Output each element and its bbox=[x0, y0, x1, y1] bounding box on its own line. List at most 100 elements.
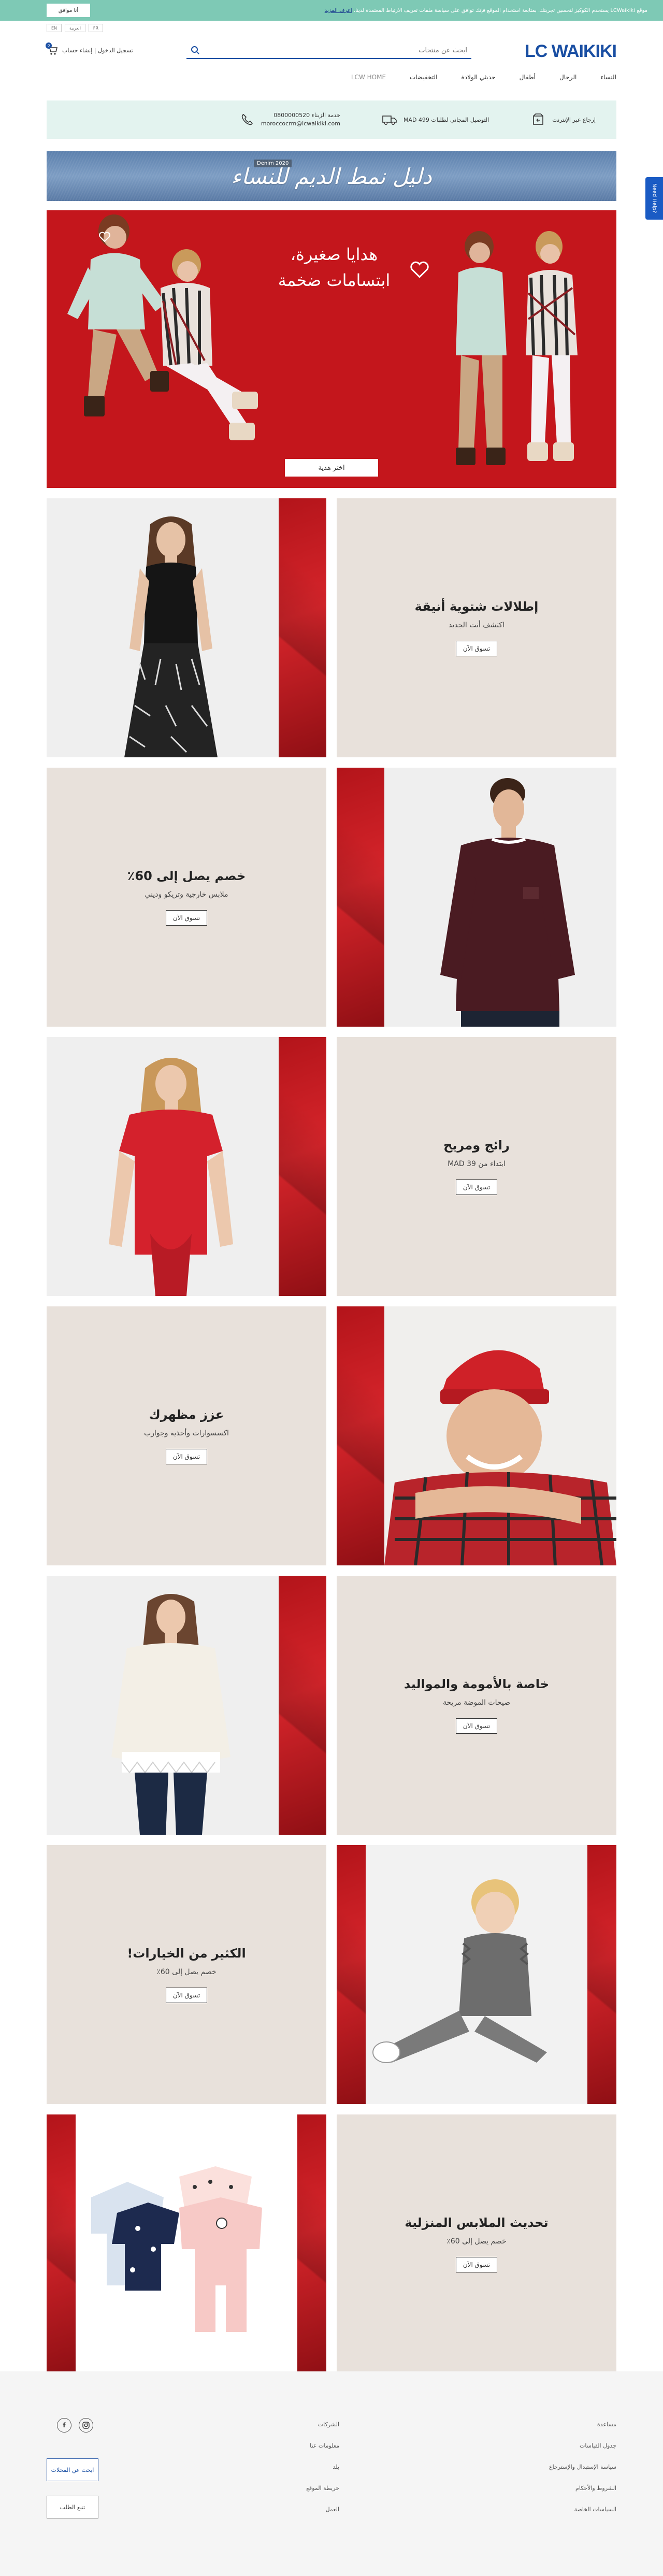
language-chip-fr[interactable]: FR bbox=[88, 24, 104, 32]
service-info-strip: إرجاع عبر الإنترنت التوصيل المجاني لطلبا… bbox=[47, 100, 616, 139]
model-black-top-image bbox=[124, 516, 218, 757]
gift-hero-banner[interactable]: هدايا صغيرة، ابتسامات ضخمة اختر هدية bbox=[47, 210, 616, 488]
truck-icon bbox=[382, 113, 397, 126]
nav-item-kids[interactable]: أطفال bbox=[520, 74, 536, 81]
cookie-learn-more-link[interactable]: اعرف المزيد bbox=[325, 8, 352, 13]
discount-60-promo-tile[interactable]: خصم يصل إلى 60٪ ملابس خارجية وتريكو ودين… bbox=[47, 768, 326, 1027]
red-backdrop-panel bbox=[279, 1037, 326, 1296]
search-icon[interactable] bbox=[191, 46, 200, 55]
site-header: تسجيل الدخول | إنشاء حساب 0 LC WAIKIKI bbox=[46, 38, 617, 64]
homewear-image-tile[interactable] bbox=[47, 2114, 326, 2373]
returns-text: إرجاع عبر الإنترنت bbox=[552, 116, 596, 123]
search-input[interactable] bbox=[200, 46, 467, 54]
cart-icon[interactable]: 0 bbox=[46, 42, 58, 56]
trendy-comfy-image-tile[interactable] bbox=[47, 1037, 326, 1296]
language-chip-ar[interactable]: العربية bbox=[65, 24, 85, 32]
footer-link[interactable]: مساعدة bbox=[549, 2421, 616, 2428]
nav-item-sale[interactable]: التخفيضات bbox=[410, 74, 437, 81]
winter-looks-promo-tile[interactable]: إطلالات شتوية أنيقة اكتشف أنت الجديد تسو… bbox=[337, 498, 616, 757]
footer-link[interactable]: سياسة الإستبدال والإسترجاع bbox=[549, 2464, 616, 2470]
red-backdrop-panel bbox=[337, 1845, 366, 2104]
hero-models-left-image bbox=[67, 214, 258, 440]
tile-title: تحديث الملابس المنزلية bbox=[405, 2215, 549, 2230]
login-link[interactable]: تسجيل الدخول | إنشاء حساب bbox=[62, 47, 133, 54]
shipping-info[interactable]: التوصيل المجاني لطلبات 499 MAD bbox=[382, 113, 489, 126]
nav-item-women[interactable]: النساء bbox=[600, 74, 616, 81]
red-backdrop-panel bbox=[337, 1306, 384, 1565]
choose-gift-button[interactable]: اختر هدية bbox=[285, 459, 378, 477]
cookie-accept-button[interactable]: أنا موافق bbox=[47, 4, 90, 17]
hero-title-line-2: ابتسامات ضخمة bbox=[278, 270, 391, 290]
maternity-promo-tile[interactable]: خاصة بالأمومة والمواليد صيحات الموضة مري… bbox=[337, 1576, 616, 1835]
red-backdrop-panel bbox=[47, 2114, 76, 2373]
facebook-icon[interactable]: f bbox=[57, 2418, 71, 2433]
tile-subtitle: خصم يصل إلى 60٪ bbox=[446, 2237, 507, 2246]
winter-looks-image-tile[interactable] bbox=[47, 498, 326, 757]
tile-subtitle: اكتشف أنت الجديد bbox=[449, 621, 505, 629]
tile-subtitle: اكسسوارات وأحذية وجوارب bbox=[144, 1429, 229, 1437]
phone-icon bbox=[239, 113, 255, 126]
footer-link[interactable]: السياسات الخاصة bbox=[549, 2506, 616, 2513]
language-selector: EN العربية FR bbox=[47, 24, 104, 32]
hero-title-line-1: هدايا صغيرة، bbox=[290, 244, 378, 264]
many-choices-promo-tile[interactable]: الكثير من الخيارات! خصم يصل إلى 60٪ تسوق… bbox=[47, 1845, 326, 2104]
men-sweater-image-tile[interactable] bbox=[337, 768, 616, 1027]
trendy-comfy-promo-tile[interactable]: رائج ومريح ابتداء من 39 MAD تسوق الآن bbox=[337, 1037, 616, 1296]
cookie-message: موقع LCWaikiki يستخدم الكوكيز لتحسين تجر… bbox=[325, 8, 647, 13]
footer-link[interactable]: خريطة الموقع bbox=[306, 2485, 339, 2492]
track-order-button[interactable]: تتبع الطلب bbox=[47, 2496, 98, 2519]
model-burgundy-sweater-image bbox=[440, 778, 575, 1027]
shop-now-button[interactable]: تسوق الآن bbox=[456, 1179, 497, 1195]
nav-item-lcw-home[interactable]: LCW HOME bbox=[351, 74, 386, 81]
shipping-text: التوصيل المجاني لطلبات 499 MAD bbox=[403, 116, 489, 123]
customer-service-info[interactable]: خدمة الزبناء 0800000520 moroccocrm@lcwai… bbox=[239, 111, 340, 128]
kids-image-tile[interactable] bbox=[337, 1845, 616, 2104]
instagram-icon[interactable] bbox=[79, 2418, 93, 2433]
returns-info[interactable]: إرجاع عبر الإنترنت bbox=[530, 113, 596, 126]
main-navigation: النساء الرجال أطفال حديثي الولادة التخفي… bbox=[47, 69, 616, 85]
tile-title: خصم يصل إلى 60٪ bbox=[127, 869, 246, 883]
red-backdrop-panel bbox=[279, 498, 326, 757]
language-chip-en[interactable]: EN bbox=[47, 24, 62, 32]
homewear-promo-tile[interactable]: تحديث الملابس المنزلية خصم يصل إلى 60٪ ت… bbox=[337, 2114, 616, 2373]
tile-subtitle: ملابس خارجية وتريكو وديني bbox=[145, 890, 228, 899]
model-white-sweater-image bbox=[111, 1594, 230, 1835]
accessories-image-tile[interactable] bbox=[337, 1306, 616, 1565]
tile-title: خاصة بالأمومة والمواليد bbox=[403, 1677, 550, 1691]
denim-guide-banner[interactable]: Denim 2020 دليل نمط الديم للنساء bbox=[47, 151, 616, 201]
model-red-tshirt-image bbox=[109, 1058, 233, 1296]
hero-models-right-image bbox=[456, 231, 578, 465]
store-locator-button[interactable]: ابحث عن المحلات bbox=[47, 2458, 98, 2481]
accessories-promo-tile[interactable]: عزز مظهرك اكسسوارات وأحذية وجوارب تسوق ا… bbox=[47, 1306, 326, 1565]
footer-link[interactable]: العمل bbox=[306, 2506, 339, 2513]
baby-bodysuits-image bbox=[76, 2114, 297, 2373]
social-links: f bbox=[57, 2418, 93, 2433]
footer-link[interactable]: بلد bbox=[306, 2464, 339, 2470]
nav-item-newborn[interactable]: حديثي الولادة bbox=[461, 74, 495, 81]
shop-now-button[interactable]: تسوق الآن bbox=[456, 641, 497, 656]
footer-link[interactable]: معلومات عنا bbox=[306, 2442, 339, 2449]
footer-link[interactable]: جدول القياسات bbox=[549, 2442, 616, 2449]
cart-count-badge: 0 bbox=[46, 42, 52, 49]
tile-title: الكثير من الخيارات! bbox=[127, 1946, 246, 1961]
shop-now-button[interactable]: تسوق الآن bbox=[166, 1988, 207, 2003]
maternity-image-tile[interactable] bbox=[47, 1576, 326, 1835]
customer-service-phone: خدمة الزبناء 0800000520 bbox=[273, 112, 340, 119]
red-backdrop-panel bbox=[337, 768, 384, 1027]
nav-item-men[interactable]: الرجال bbox=[559, 74, 576, 81]
shop-now-button[interactable]: تسوق الآن bbox=[456, 2257, 497, 2272]
denim-banner-title: دليل نمط الديم للنساء bbox=[231, 163, 432, 189]
lc-waikiki-logo[interactable]: LC WAIKIKI bbox=[525, 41, 617, 62]
cookie-consent-bar: أنا موافق موقع LCWaikiki يستخدم الكوكيز … bbox=[0, 0, 663, 21]
red-backdrop-panel bbox=[297, 2114, 326, 2373]
search-bar bbox=[186, 42, 471, 59]
footer-link[interactable]: الشروط والأحكام bbox=[549, 2485, 616, 2492]
shop-now-button[interactable]: تسوق الآن bbox=[456, 1718, 497, 1734]
heart-icon bbox=[410, 261, 429, 278]
shop-now-button[interactable]: تسوق الآن bbox=[166, 1449, 207, 1464]
red-backdrop-panel bbox=[587, 1845, 616, 2104]
shop-now-button[interactable]: تسوق الآن bbox=[166, 910, 207, 926]
help-side-tab[interactable]: Need Help? bbox=[645, 177, 663, 220]
tile-subtitle: ابتداء من 39 MAD bbox=[448, 1160, 506, 1168]
footer-link[interactable]: الشركات bbox=[306, 2421, 339, 2428]
